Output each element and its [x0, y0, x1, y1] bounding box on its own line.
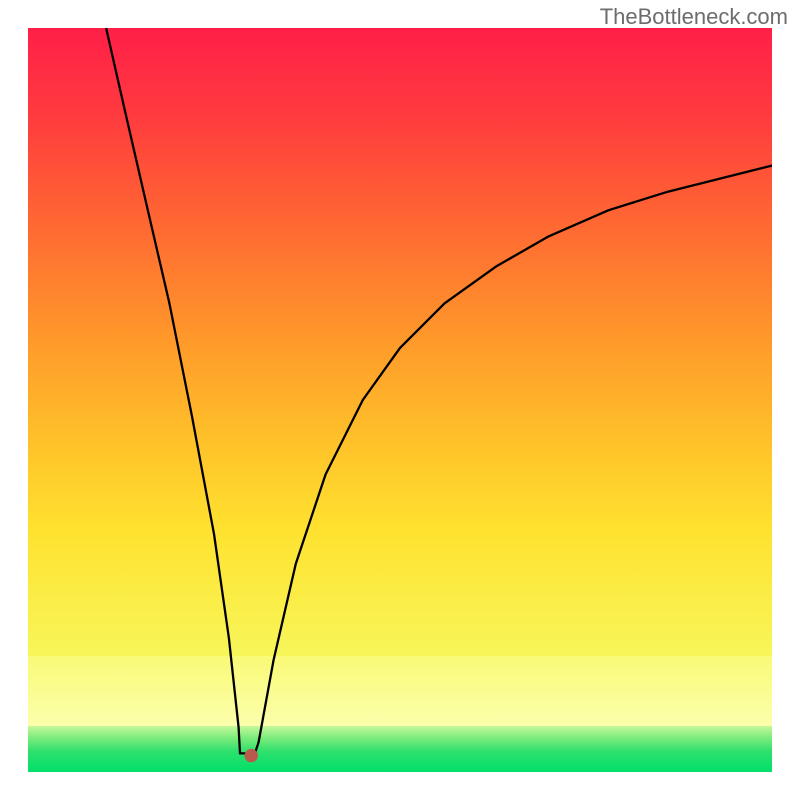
gradient-pale-band [28, 656, 772, 726]
marker-dot [245, 749, 258, 762]
watermark-text: TheBottleneck.com [600, 4, 788, 30]
gradient-green-band [28, 726, 772, 772]
chart-svg [28, 28, 772, 772]
plot-border [28, 28, 772, 772]
chart-container: TheBottleneck.com [0, 0, 800, 800]
gradient-main [28, 28, 772, 656]
